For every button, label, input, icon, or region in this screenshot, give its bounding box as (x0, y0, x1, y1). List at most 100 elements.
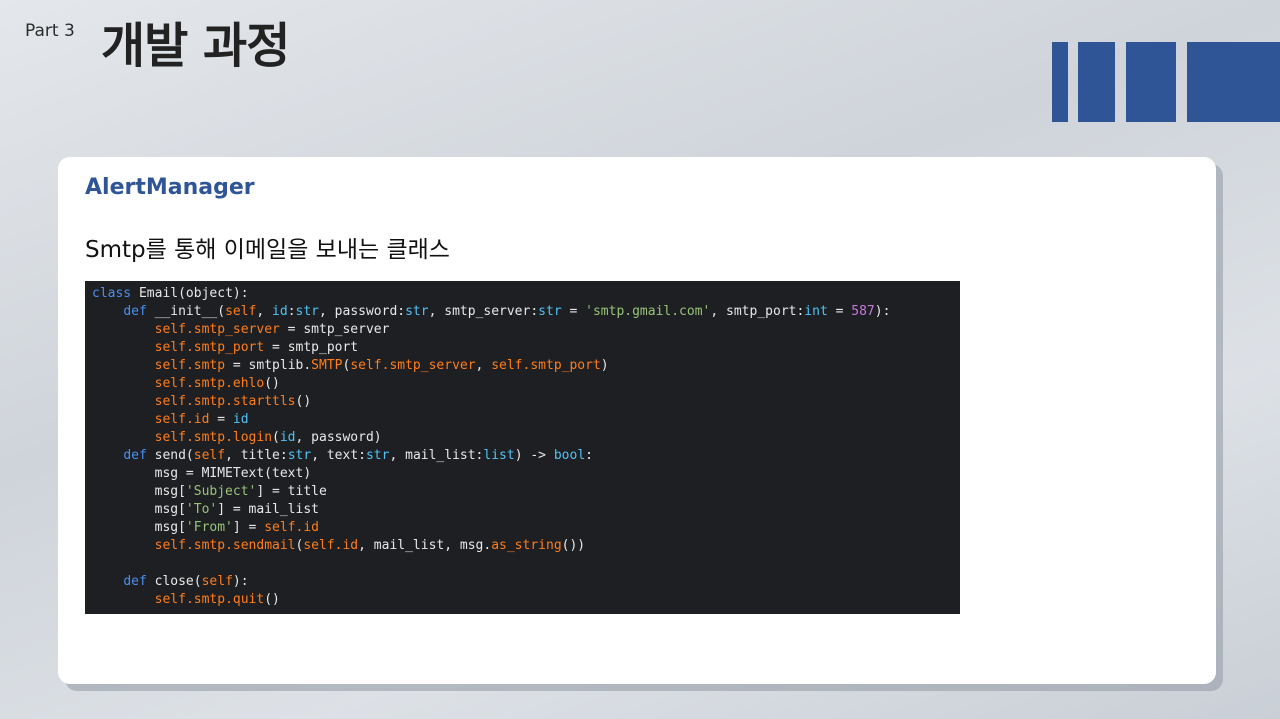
code-token: id (272, 304, 288, 319)
code-token: 'Subject' (185, 484, 257, 499)
code-token: self (154, 412, 186, 427)
code-token: .smtp.ehlo (185, 376, 265, 391)
code-token: self (193, 448, 226, 463)
code-token: , (256, 304, 273, 319)
code-token: = smtp_port (264, 340, 359, 355)
code-token: msg = MIMEText(text) (92, 466, 312, 481)
code-line: msg['To'] = mail_list (92, 501, 960, 519)
title-decoration-bar (1052, 42, 1068, 122)
code-token: .smtp_server (185, 322, 280, 337)
code-token: () (264, 592, 280, 607)
code-block: class Email(object): def __init__(self, … (85, 281, 960, 614)
code-token: ): (874, 304, 891, 319)
code-token: ] = mail_list (217, 502, 319, 517)
code-token: msg[ (92, 484, 186, 499)
code-token: .smtp_server (381, 358, 476, 373)
code-token: ()) (561, 538, 586, 553)
code-token: (object): (178, 286, 249, 301)
code-token: self (350, 358, 382, 373)
code-token: self (264, 520, 296, 535)
code-line: msg['From'] = self.id (92, 519, 960, 537)
code-token: , mail_list, msg. (358, 538, 492, 553)
code-token: str (538, 304, 562, 319)
code-token: .smtp_port (522, 358, 601, 373)
code-token: .id (185, 412, 210, 427)
code-token: def (123, 574, 147, 589)
card-title: AlertManager (85, 175, 255, 200)
code-token: id (232, 412, 249, 427)
code-token: send( (146, 448, 194, 463)
code-token: 587 (851, 304, 875, 319)
code-line: self.smtp.quit() (92, 591, 960, 609)
code-line: self.smtp.login(id, password) (92, 429, 960, 447)
code-line: class Email(object): (92, 285, 960, 303)
code-token: , password) (295, 430, 382, 445)
code-token: self (201, 574, 233, 589)
code-token: ) -> (514, 448, 554, 463)
code-token: : (287, 304, 296, 319)
code-token: msg[ (92, 520, 186, 535)
code-token: ] = title (256, 484, 327, 499)
code-line: def close(self): (92, 573, 960, 591)
code-line: self.smtp.starttls() (92, 393, 960, 411)
code-token: def (123, 304, 147, 319)
code-line: msg = MIMEText(text) (92, 465, 960, 483)
code-token: .id (295, 520, 319, 535)
code-token: = (561, 304, 586, 319)
code-token: self (154, 322, 186, 337)
code-token: str (295, 304, 320, 319)
code-token: bool (553, 448, 586, 463)
code-token: self (154, 376, 186, 391)
code-token: self (225, 304, 257, 319)
code-token: , smtp_port: (710, 304, 805, 319)
code-line: self.smtp.ehlo() (92, 375, 960, 393)
code-token: ): (232, 574, 249, 589)
code-token: str (365, 448, 390, 463)
content-card: AlertManager Smtp를 통해 이메일을 보내는 클래스 class… (58, 157, 1216, 684)
code-token: msg[ (92, 502, 186, 517)
code-token: () (295, 394, 312, 409)
code-token: str (287, 448, 312, 463)
code-token: = (827, 304, 852, 319)
card-subtitle: Smtp를 통해 이메일을 보내는 클래스 (85, 237, 450, 263)
code-token: .smtp.quit (185, 592, 265, 607)
code-token: as_string (491, 538, 562, 553)
code-line: def send(self, title:str, text:str, mail… (92, 447, 960, 465)
title-decoration-bar (1187, 42, 1280, 122)
title-decoration-bar (1126, 42, 1176, 122)
code-token: self (154, 394, 186, 409)
code-token: id (279, 430, 296, 445)
code-token: .id (334, 538, 359, 553)
code-token: ) (600, 358, 609, 373)
code-token: self (154, 592, 186, 607)
code-token: = (209, 412, 233, 427)
code-token: __init__( (146, 304, 226, 319)
code-token: 'smtp.gmail.com' (585, 304, 711, 319)
code-token: str (405, 304, 429, 319)
code-line: msg['Subject'] = title (92, 483, 960, 501)
code-token: self (154, 538, 186, 553)
code-line: self.smtp_port = smtp_port (92, 339, 960, 357)
code-line: self.smtp.sendmail(self.id, mail_list, m… (92, 537, 960, 555)
code-token: self (154, 340, 186, 355)
code-token: self (491, 358, 523, 373)
code-token: .smtp.login (185, 430, 273, 445)
code-token: self (154, 430, 186, 445)
code-token: , title: (225, 448, 288, 463)
code-token: SMTP (311, 358, 343, 373)
code-token: Email (131, 286, 179, 301)
code-token: self (154, 358, 186, 373)
page-title: 개발 과정 (101, 18, 290, 74)
code-token: def (123, 448, 147, 463)
